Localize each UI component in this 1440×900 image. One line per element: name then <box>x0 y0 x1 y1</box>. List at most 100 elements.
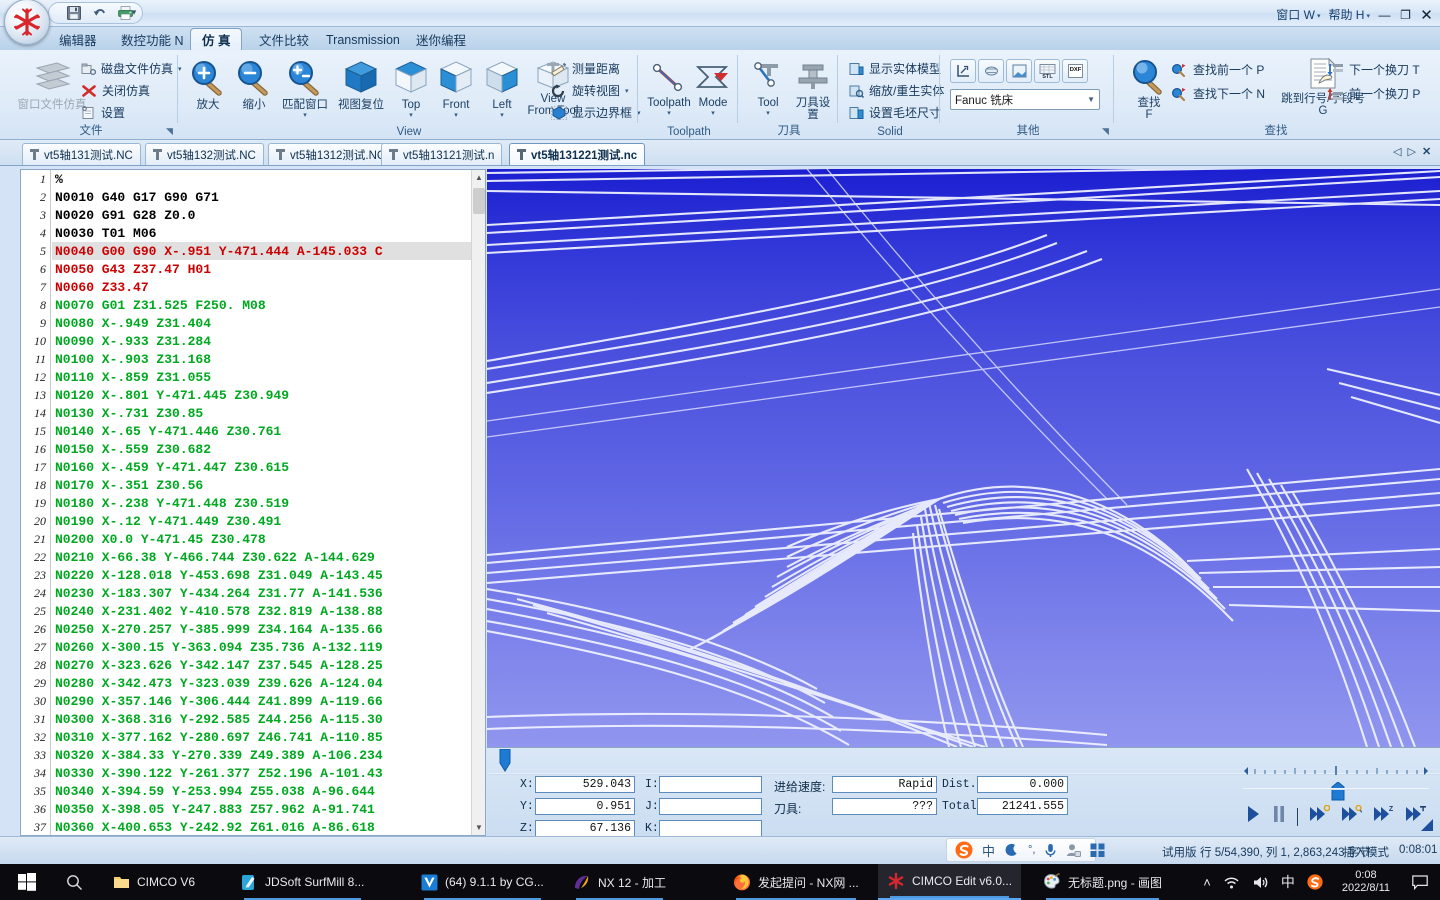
wifi-icon[interactable] <box>1223 875 1240 890</box>
code-line[interactable]: N0350 X-398.05 Y-247.883 Z57.962 A-91.74… <box>52 800 471 818</box>
code-line[interactable]: N0090 X-.933 Z31.284 <box>52 332 471 350</box>
code-line[interactable]: N0240 X-231.402 Y-410.578 Z32.819 A-138.… <box>52 602 471 620</box>
stl-import-button[interactable]: STL <box>1034 59 1060 83</box>
zoom-out-button[interactable]: 缩小 <box>232 57 276 113</box>
ime-cn-indicator[interactable]: 中 <box>1281 872 1295 892</box>
next-toolchange-button[interactable]: 下一个换刀 T <box>1324 60 1423 79</box>
taskbar-item-vericut[interactable]: (64) 9.1.1 by CG... <box>412 864 553 900</box>
rescale-solid-button[interactable]: 缩放/重生实体 <box>846 81 947 100</box>
previous-toolchange-button[interactable]: 前一个换刀 P <box>1324 84 1423 103</box>
code-line[interactable]: N0020 G91 G28 Z0.0 <box>52 206 471 224</box>
simulation-settings-button[interactable]: 设置 <box>78 103 128 122</box>
playback-speed-ruler[interactable] <box>1243 764 1429 782</box>
code-line[interactable]: N0340 X-394.59 Y-253.994 Z55.038 A-96.64… <box>52 782 471 800</box>
doc-tab-close-button[interactable]: ✕ <box>1422 145 1431 158</box>
tab-editor[interactable]: 编辑器 <box>48 28 108 51</box>
code-line[interactable]: % <box>52 170 471 188</box>
save-button[interactable] <box>63 4 84 23</box>
taskbar-item-paint[interactable]: 无标题.png - 画图 <box>1034 864 1171 900</box>
code-line[interactable]: N0070 G01 Z31.525 F250. M08 <box>52 296 471 314</box>
view-top-button[interactable]: Top ▾ <box>390 57 432 121</box>
taskbar-item-cimco-v6[interactable]: CIMCO V6 <box>104 864 204 900</box>
feed-value[interactable]: Rapid <box>832 776 937 793</box>
doc-tab-next-button[interactable]: ▷ <box>1407 145 1415 158</box>
toolpath-button[interactable]: Toolpath ▾ <box>644 59 694 119</box>
close-simulation-button[interactable]: 关闭仿真 <box>78 81 153 100</box>
rotate-view-button[interactable]: 旋转视图 ▾ <box>548 81 632 100</box>
chevron-down-icon[interactable]: ▾ <box>667 109 671 117</box>
code-line[interactable]: N0310 X-377.162 Y-280.697 Z46.741 A-110.… <box>52 728 471 746</box>
code-line[interactable]: N0330 X-390.122 Y-261.377 Z52.196 A-101.… <box>52 764 471 782</box>
show-bounding-box-button[interactable]: 显示边界框 ▾ <box>548 103 644 122</box>
tool-button[interactable]: Tool ▾ <box>746 59 790 119</box>
measure-distance-button[interactable]: 测量距离 <box>548 59 623 78</box>
reset-view-button[interactable]: 视图复位 <box>332 57 390 113</box>
tab-transmission[interactable]: Transmission <box>315 28 411 51</box>
step-block-button[interactable] <box>1309 804 1331 828</box>
chevron-down-icon[interactable]: ▾ <box>500 111 504 119</box>
volume-icon[interactable] <box>1252 875 1269 890</box>
find-previous-button[interactable]: 查找前一个 P <box>1168 60 1267 79</box>
code-line[interactable]: N0260 X-300.15 Y-363.094 Z35.736 A-132.1… <box>52 638 471 656</box>
chevron-down-icon[interactable]: ▾ <box>625 87 629 95</box>
playback-speed-thumb[interactable] <box>1330 781 1345 801</box>
view-front-button[interactable]: Front ▾ <box>432 57 480 121</box>
axis-origin-button[interactable] <box>950 59 976 83</box>
code-line[interactable]: N0110 X-.859 Z31.055 <box>52 368 471 386</box>
code-line[interactable]: N0170 X-.351 Z30.56 <box>52 476 471 494</box>
code-line[interactable]: N0100 X-.903 Z31.168 <box>52 350 471 368</box>
undo-button[interactable] <box>89 4 110 23</box>
tab-file-compare[interactable]: 文件比较 <box>248 28 320 51</box>
total-value[interactable]: 21241.555 <box>977 798 1068 815</box>
view-left-button[interactable]: Left ▾ <box>480 57 524 121</box>
user-icon[interactable] <box>1066 843 1082 857</box>
doc-tab-3[interactable]: vt5轴13121测试.n <box>381 143 503 165</box>
code-line[interactable]: N0040 G00 G90 X-.951 Y-471.444 A-145.033… <box>52 242 471 260</box>
i-value[interactable] <box>659 776 762 793</box>
tab-nc-functions[interactable]: 数控功能 N <box>110 28 195 51</box>
start-button[interactable] <box>6 864 48 900</box>
action-center-button[interactable] <box>1400 874 1440 890</box>
z-value[interactable]: 67.136 <box>535 820 635 837</box>
doc-tab-4[interactable]: vt5轴131221测试.nc <box>509 143 646 165</box>
taskbar-search-button[interactable] <box>54 864 95 900</box>
minimize-button[interactable]: — <box>1375 6 1394 24</box>
menu-help[interactable]: 帮助 H ▾ <box>1325 4 1373 25</box>
code-line[interactable]: N0200 X0.0 Y-471.45 Z30.478 <box>52 530 471 548</box>
code-line[interactable]: N0280 X-342.473 Y-323.039 Z39.626 A-124.… <box>52 674 471 692</box>
tool-settings-button[interactable]: 刀具设置 <box>788 59 838 123</box>
taskbar-item-firefox[interactable]: 发起提问 - NX网 ... <box>724 864 868 900</box>
x-value[interactable]: 529.043 <box>535 776 635 793</box>
taskbar-item-surfmill[interactable]: JDSoft SurfMill 8... <box>232 864 373 900</box>
scroll-up-arrow-icon[interactable]: ▲ <box>472 170 485 185</box>
code-line[interactable]: N0030 T01 M06 <box>52 224 471 242</box>
sogou-logo-icon[interactable] <box>955 841 973 859</box>
show-solid-model-button[interactable]: 显示实体模型 <box>846 59 944 78</box>
code-line[interactable]: N0270 X-323.626 Y-342.147 Z37.545 A-128.… <box>52 656 471 674</box>
code-line[interactable]: N0320 X-384.33 Y-270.339 Z49.389 A-106.2… <box>52 746 471 764</box>
code-line[interactable]: N0220 X-128.018 Y-453.698 Z31.049 A-143.… <box>52 566 471 584</box>
code-line[interactable]: N0190 X-.12 Y-471.449 Z30.491 <box>52 512 471 530</box>
step-z-button[interactable]: Z <box>1373 805 1394 828</box>
code-line[interactable]: N0010 G40 G17 G90 G71 <box>52 188 471 206</box>
chevron-down-icon[interactable]: ▾ <box>303 111 307 119</box>
y-value[interactable]: 0.951 <box>535 798 635 815</box>
pause-button[interactable] <box>1272 805 1286 828</box>
doc-tab-0[interactable]: vt5轴131测试.NC <box>22 143 141 165</box>
code-line[interactable]: N0050 G43 Z37.47 H01 <box>52 260 471 278</box>
code-line[interactable]: N0360 X-400.653 Y-242.92 Z61.016 A-86.61… <box>52 818 471 835</box>
find-button[interactable]: 查找 F <box>1124 57 1174 123</box>
file-group-dialog-launcher[interactable]: ◥ <box>164 126 175 137</box>
tab-simulation[interactable]: 仿 真 <box>190 28 243 51</box>
chevron-down-icon[interactable]: ▼ <box>1087 95 1095 104</box>
punctuation-icon[interactable]: °, <box>1028 844 1035 856</box>
taskbar-item-cimco-edit[interactable]: CIMCO Edit v6.0... <box>878 864 1022 900</box>
machine-select[interactable]: Fanuc 铣床 ▼ <box>950 89 1100 110</box>
other-group-dialog-launcher[interactable]: ◥ <box>1100 126 1111 137</box>
code-line[interactable]: N0290 X-357.146 Y-306.444 Z41.899 A-119.… <box>52 692 471 710</box>
code-line[interactable]: N0160 X-.459 Y-471.447 Z30.615 <box>52 458 471 476</box>
close-button[interactable]: ✕ <box>1417 6 1436 24</box>
chevron-down-icon[interactable]: ▾ <box>711 109 715 117</box>
editor-vertical-scrollbar[interactable]: ▲ ▼ <box>471 170 485 835</box>
set-stock-size-button[interactable]: 设置毛坯尺寸 <box>846 103 944 122</box>
